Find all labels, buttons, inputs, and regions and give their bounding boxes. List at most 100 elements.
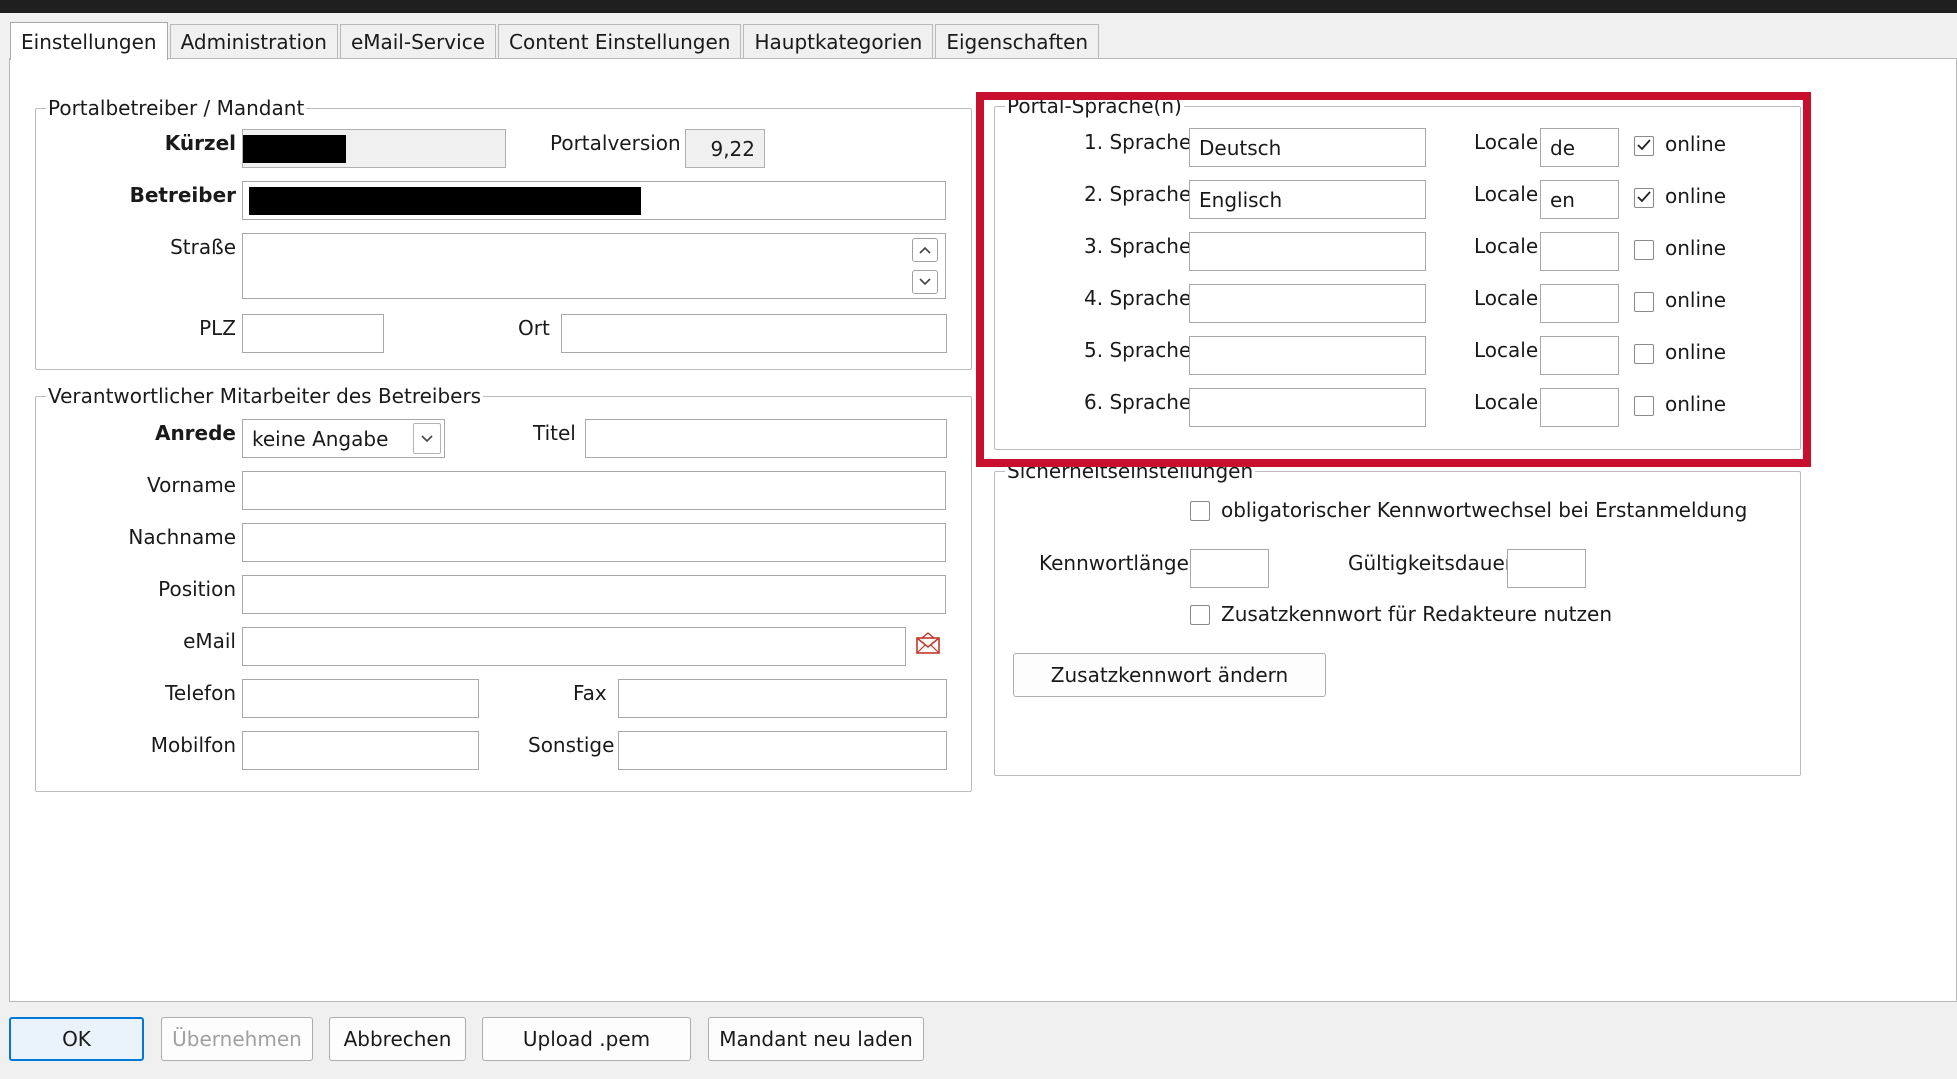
email-field[interactable] — [242, 627, 906, 666]
portalversion-label: Portalversion — [550, 131, 681, 155]
tab-administration[interactable]: Administration — [169, 24, 338, 58]
group-legend-mitarbeiter: Verantwortlicher Mitarbeiter des Betreib… — [46, 384, 484, 408]
sprache-5-field[interactable] — [1189, 336, 1426, 375]
sprache-6-label: 6. Sprache — [1084, 390, 1192, 414]
zusatzkennwort-checkbox[interactable] — [1190, 605, 1210, 625]
portalversion-field: 9,22 — [685, 129, 765, 168]
mandant-neu-laden-button[interactable]: Mandant neu laden — [708, 1017, 924, 1061]
uebernehmen-button[interactable]: Übernehmen — [161, 1017, 313, 1061]
locale-3-label: Locale — [1474, 234, 1539, 258]
position-label: Position — [158, 577, 236, 601]
kuerzel-label: Kürzel — [164, 131, 236, 155]
sprache-6-field[interactable] — [1189, 388, 1426, 427]
mobilfon-field[interactable] — [242, 731, 479, 770]
checkmark-icon — [1636, 190, 1652, 207]
scroll-up-icon[interactable] — [912, 238, 938, 262]
tab-einstellungen[interactable]: Einstellungen — [10, 22, 168, 60]
locale-5-label: Locale — [1474, 338, 1539, 362]
tab-hauptkategorien[interactable]: Hauptkategorien — [743, 24, 934, 58]
mail-icon[interactable] — [915, 632, 941, 661]
fax-label: Fax — [573, 681, 607, 705]
anrede-label: Anrede — [154, 421, 236, 445]
vorname-label: Vorname — [147, 473, 236, 497]
abbrechen-button[interactable]: Abbrechen — [329, 1017, 466, 1061]
strasse-label: Straße — [170, 235, 236, 259]
online-5-checkbox[interactable] — [1634, 344, 1654, 364]
locale-1-label: Locale — [1474, 130, 1539, 154]
kennwortlaenge-field[interactable] — [1190, 549, 1269, 588]
locale-4-field[interactable] — [1540, 284, 1619, 323]
email-label: eMail — [183, 629, 236, 653]
online-4-label: online — [1665, 288, 1727, 312]
sprache-1-field[interactable]: Deutsch — [1189, 128, 1426, 167]
sprache-5-label: 5. Sprache — [1084, 338, 1192, 362]
plz-field[interactable] — [242, 314, 384, 353]
kuerzel-field[interactable] — [242, 129, 506, 168]
anrede-value: keine Angabe — [252, 426, 389, 451]
online-3-label: online — [1665, 236, 1727, 260]
zusatzkennwort-label: Zusatzkennwort für Redakteure nutzen — [1221, 602, 1613, 626]
tab-strip: Einstellungen Administration eMail-Servi… — [10, 22, 1100, 60]
online-3-checkbox[interactable] — [1634, 240, 1654, 260]
fax-field[interactable] — [618, 679, 947, 718]
zusatzkennwort-aendern-button[interactable]: Zusatzkennwort ändern — [1013, 653, 1326, 697]
locale-2-field[interactable]: en — [1540, 180, 1619, 219]
tab-content-einstellungen[interactable]: Content Einstellungen — [498, 24, 742, 58]
upload-pem-button[interactable]: Upload .pem — [482, 1017, 691, 1061]
online-6-checkbox[interactable] — [1634, 396, 1654, 416]
betreiber-field[interactable] — [242, 181, 946, 220]
sprache-4-field[interactable] — [1189, 284, 1426, 323]
scroll-down-icon[interactable] — [912, 270, 938, 294]
group-legend-portalbetreiber: Portalbetreiber / Mandant — [46, 96, 307, 120]
ort-label: Ort — [518, 316, 550, 340]
redacted-block — [249, 186, 641, 215]
position-field[interactable] — [242, 575, 946, 614]
sprache-2-field[interactable]: Englisch — [1189, 180, 1426, 219]
sprache-2-label: 2. Sprache — [1084, 182, 1192, 206]
locale-3-field[interactable] — [1540, 232, 1619, 271]
online-4-checkbox[interactable] — [1634, 292, 1654, 312]
chevron-down-icon[interactable] — [413, 423, 441, 454]
redacted-block — [243, 134, 346, 163]
titel-field[interactable] — [585, 419, 947, 458]
nachname-field[interactable] — [242, 523, 946, 562]
ok-button[interactable]: OK — [9, 1017, 144, 1061]
locale-6-label: Locale — [1474, 390, 1539, 414]
window-top-bar — [0, 0, 1957, 13]
sprache-4-label: 4. Sprache — [1084, 286, 1192, 310]
group-legend-sprachen: Portal-Sprache(n) — [1005, 94, 1184, 118]
locale-6-field[interactable] — [1540, 388, 1619, 427]
kennwortwechsel-checkbox[interactable] — [1190, 501, 1210, 521]
sonstige-field[interactable] — [618, 731, 947, 770]
online-2-checkbox[interactable] — [1634, 188, 1654, 208]
ort-field[interactable] — [561, 314, 947, 353]
gueltigkeit-field[interactable] — [1507, 549, 1586, 588]
titel-label: Titel — [533, 421, 576, 445]
telefon-field[interactable] — [242, 679, 479, 718]
kennwortlaenge-label: Kennwortlänge — [1039, 551, 1189, 575]
tab-eigenschaften[interactable]: Eigenschaften — [935, 24, 1100, 58]
gueltigkeit-label: Gültigkeitsdauer — [1348, 551, 1513, 575]
anrede-select[interactable]: keine Angabe — [242, 419, 445, 458]
nachname-label: Nachname — [128, 525, 236, 549]
online-6-label: online — [1665, 392, 1727, 416]
online-1-label: online — [1665, 132, 1727, 156]
vorname-field[interactable] — [242, 471, 946, 510]
telefon-label: Telefon — [165, 681, 236, 705]
sprache-3-field[interactable] — [1189, 232, 1426, 271]
tab-email-service[interactable]: eMail-Service — [339, 24, 496, 58]
locale-5-field[interactable] — [1540, 336, 1619, 375]
sprache-1-label: 1. Sprache — [1084, 130, 1192, 154]
locale-1-field[interactable]: de — [1540, 128, 1619, 167]
kennwortwechsel-label: obligatorischer Kennwortwechsel bei Erst… — [1221, 498, 1748, 522]
sonstige-label: Sonstige — [528, 733, 615, 757]
strasse-field[interactable] — [242, 233, 946, 299]
mobilfon-label: Mobilfon — [150, 733, 236, 757]
plz-label: PLZ — [199, 316, 236, 340]
online-5-label: online — [1665, 340, 1727, 364]
online-1-checkbox[interactable] — [1634, 136, 1654, 156]
sprache-3-label: 3. Sprache — [1084, 234, 1192, 258]
betreiber-label: Betreiber — [129, 183, 236, 207]
group-legend-sicherheit: Sicherheitseinstellungen — [1005, 459, 1256, 483]
checkmark-icon — [1636, 138, 1652, 155]
